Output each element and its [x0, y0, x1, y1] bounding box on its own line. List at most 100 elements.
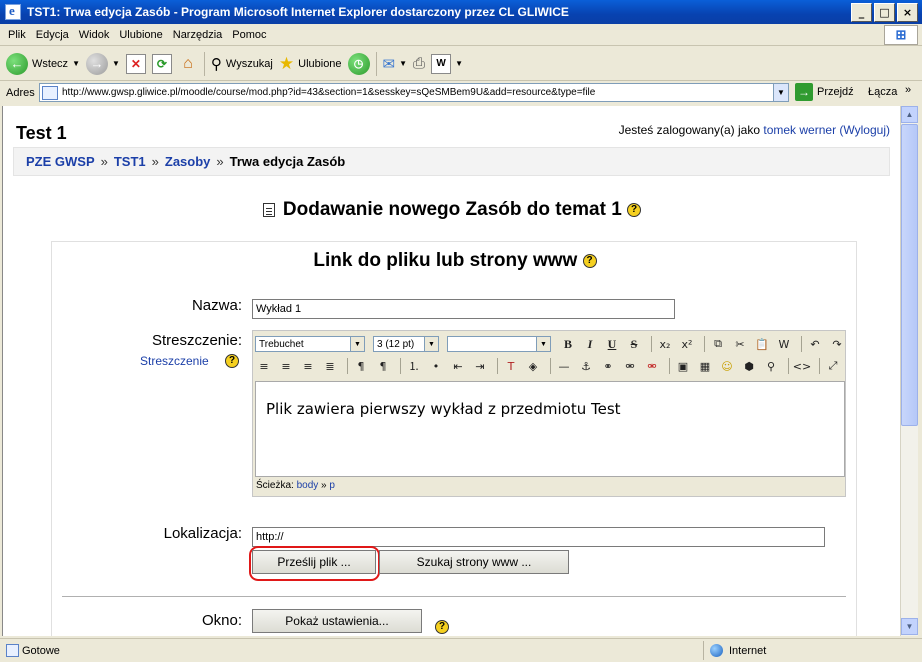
- justify-icon[interactable]: ≣: [321, 357, 339, 375]
- search-web-button[interactable]: Szukaj strony www ...: [379, 550, 569, 574]
- back-button[interactable]: ← Wstecz ▼: [6, 50, 80, 78]
- anchor-icon[interactable]: ⚓: [577, 357, 595, 375]
- strikethrough-icon[interactable]: S: [625, 335, 643, 353]
- menu-bar: Plik Edycja Widok Ulubione Narzędzia Pom…: [0, 24, 922, 46]
- cut-icon[interactable]: ✂: [731, 335, 749, 353]
- rtl-icon[interactable]: ¶: [374, 357, 392, 375]
- fullscreen-icon[interactable]: ⤢: [824, 357, 842, 375]
- smiley-icon[interactable]: ☺: [718, 357, 736, 375]
- font-select[interactable]: Trebuchet ▼: [255, 336, 365, 352]
- help-icon[interactable]: ?: [435, 620, 449, 634]
- text-color-icon[interactable]: T: [502, 357, 520, 375]
- superscript-icon[interactable]: x²: [678, 335, 696, 353]
- links-button[interactable]: Łącza: [868, 86, 897, 98]
- home-icon: ⌂: [183, 54, 193, 72]
- scroll-down-icon[interactable]: ▼: [901, 618, 918, 635]
- stop-icon: ✕: [125, 53, 146, 74]
- italic-icon[interactable]: I: [581, 335, 599, 353]
- word-edit-icon: W: [431, 53, 452, 74]
- ltr-icon[interactable]: ¶: [352, 357, 370, 375]
- help-icon[interactable]: ?: [627, 202, 642, 217]
- align-left-icon[interactable]: ≡: [255, 357, 273, 375]
- vertical-scrollbar[interactable]: ▲ ▼: [900, 106, 918, 636]
- link-icon[interactable]: ⚭: [599, 357, 617, 375]
- menu-plik[interactable]: Plik: [8, 29, 26, 41]
- stop-button[interactable]: ✕: [125, 50, 146, 78]
- menu-widok[interactable]: Widok: [79, 29, 110, 41]
- menu-narzedzia[interactable]: Narzędzia: [173, 29, 223, 41]
- ordered-list-icon[interactable]: ⒈: [405, 357, 423, 375]
- course-title: Test 1: [16, 123, 67, 143]
- breadcrumb-pze-gwsp[interactable]: PZE GWSP: [26, 154, 95, 169]
- logout-link[interactable]: (Wyloguj): [839, 123, 890, 137]
- html-source-icon[interactable]: <>: [793, 357, 811, 375]
- nolink-icon[interactable]: ⚮: [643, 357, 661, 375]
- table-icon[interactable]: ▦: [696, 357, 714, 375]
- maximize-button[interactable]: □: [874, 3, 895, 22]
- breadcrumb-tst1[interactable]: TST1: [114, 154, 146, 169]
- path-p-link[interactable]: p: [329, 480, 335, 491]
- redo-icon[interactable]: ↷: [828, 335, 846, 353]
- forward-button[interactable]: → ▼: [85, 50, 120, 78]
- refresh-button[interactable]: ⟳: [151, 50, 172, 78]
- favorites-button[interactable]: ★ Ulubione: [279, 50, 342, 78]
- underline-icon[interactable]: U: [603, 335, 621, 353]
- unlink-icon[interactable]: ⚮: [621, 357, 639, 375]
- align-center-icon[interactable]: ≡: [277, 357, 295, 375]
- ie-app-icon: [5, 3, 21, 20]
- search-button[interactable]: ⚲ Wyszukaj: [211, 50, 273, 78]
- chevron-down-icon: ▼: [536, 337, 550, 351]
- search-replace-icon[interactable]: ⚲: [762, 357, 780, 375]
- image-icon[interactable]: ▣: [674, 357, 692, 375]
- address-dropdown-icon[interactable]: ▼: [773, 83, 789, 102]
- breadcrumb-zasoby[interactable]: Zasoby: [165, 154, 211, 169]
- help-icon[interactable]: ?: [582, 253, 597, 268]
- summary-help-link[interactable]: Streszczenie: [140, 354, 209, 368]
- home-button[interactable]: ⌂: [178, 50, 198, 78]
- address-input[interactable]: http://www.gwsp.gliwice.pl/moodle/course…: [39, 83, 789, 102]
- highlight-icon[interactable]: ◈: [524, 357, 542, 375]
- bold-icon[interactable]: B: [559, 335, 577, 353]
- subscript-icon[interactable]: x₂: [656, 335, 674, 353]
- paste-word-icon[interactable]: W: [775, 335, 793, 353]
- name-input[interactable]: Wykład 1: [252, 299, 675, 319]
- paste-icon[interactable]: 📋: [753, 335, 771, 353]
- scroll-thumb[interactable]: [901, 124, 918, 426]
- special-char-icon[interactable]: ⬢: [740, 357, 758, 375]
- edit-dropdown-icon[interactable]: ▼: [455, 59, 463, 68]
- user-link[interactable]: tomek werner: [763, 123, 836, 137]
- path-body-link[interactable]: body: [297, 480, 319, 491]
- undo-icon[interactable]: ↶: [806, 335, 824, 353]
- menu-ulubione[interactable]: Ulubione: [119, 29, 162, 41]
- history-button[interactable]: ◷: [347, 50, 370, 78]
- forward-dropdown-icon[interactable]: ▼: [112, 59, 120, 68]
- editor-content[interactable]: Plik zawiera pierwszy wykład z przedmiot…: [255, 381, 845, 477]
- style-select[interactable]: ▼: [447, 336, 551, 352]
- horizontal-rule-icon[interactable]: —: [555, 357, 573, 375]
- scroll-up-icon[interactable]: ▲: [901, 106, 918, 123]
- font-value: Trebuchet: [259, 338, 304, 350]
- size-select[interactable]: 3 (12 pt) ▼: [373, 336, 439, 352]
- print-button[interactable]: ⎙: [413, 50, 425, 78]
- chevron-right-icon[interactable]: »: [905, 84, 911, 96]
- unordered-list-icon[interactable]: •: [427, 357, 445, 375]
- upload-file-button[interactable]: Prześlij plik ...: [252, 550, 376, 574]
- back-dropdown-icon[interactable]: ▼: [72, 59, 80, 68]
- edit-button[interactable]: W ▼: [431, 50, 463, 78]
- mail-dropdown-icon[interactable]: ▼: [399, 59, 407, 68]
- help-icon[interactable]: ?: [225, 354, 239, 368]
- outdent-icon[interactable]: ⇤: [449, 357, 467, 375]
- copy-icon[interactable]: ⧉: [709, 335, 727, 353]
- close-button[interactable]: ×: [897, 3, 918, 22]
- globe-icon: [710, 644, 723, 657]
- show-settings-button[interactable]: Pokaż ustawienia...: [252, 609, 422, 633]
- minimize-button[interactable]: _: [851, 3, 872, 22]
- indent-icon[interactable]: ⇥: [471, 357, 489, 375]
- mail-button[interactable]: ✉ ▼: [383, 50, 408, 78]
- location-input[interactable]: http://: [252, 527, 825, 547]
- go-button[interactable]: → Przejdź: [795, 83, 854, 101]
- align-right-icon[interactable]: ≡: [299, 357, 317, 375]
- breadcrumb-sep: »: [100, 154, 108, 169]
- menu-edycja[interactable]: Edycja: [36, 29, 69, 41]
- menu-pomoc[interactable]: Pomoc: [232, 29, 266, 41]
